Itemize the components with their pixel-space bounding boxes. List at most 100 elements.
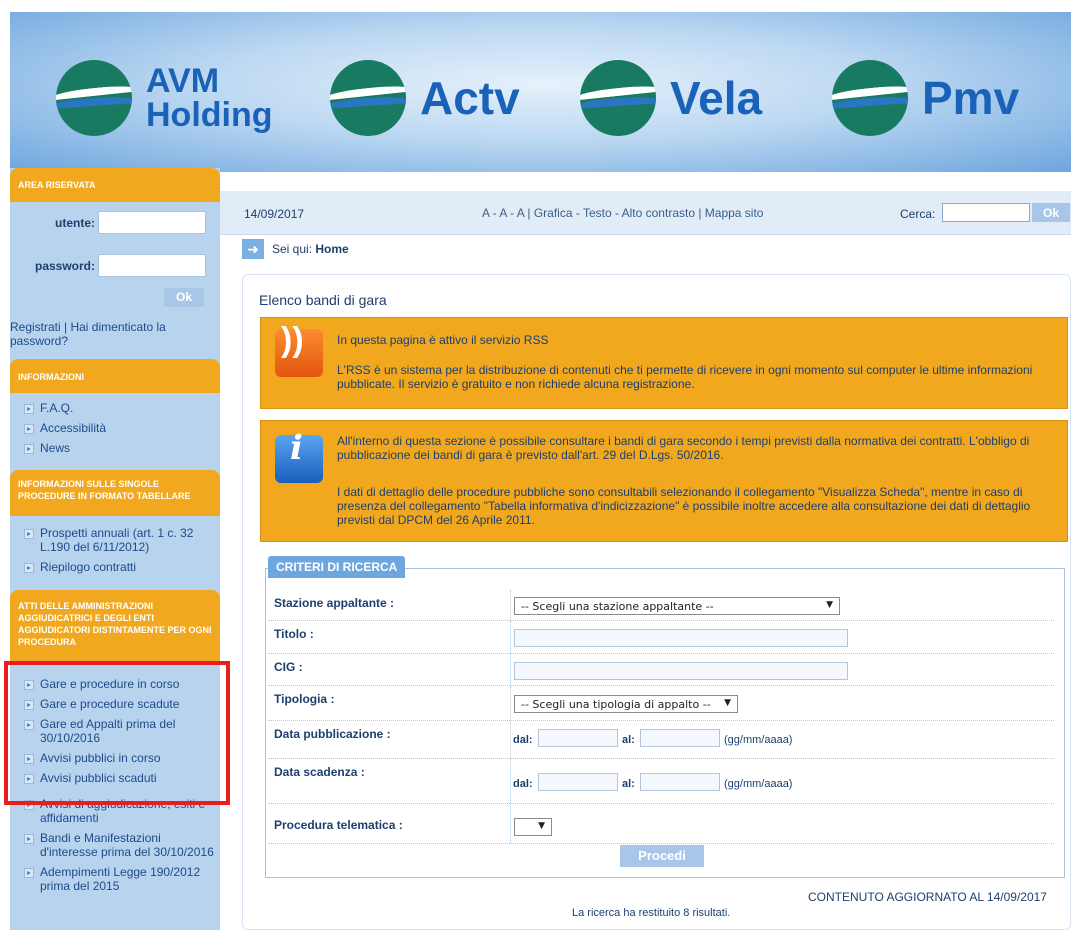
brand-name: Actv [420, 72, 520, 124]
station-select[interactable]: -- Scegli una stazione appaltante -- ▼ [514, 597, 840, 615]
sidebar-item-contracts-summary[interactable]: Riepilogo contratti [10, 558, 220, 578]
user-input[interactable] [98, 211, 206, 234]
sidebar-section-reserved-title: AREA RISERVATA [10, 168, 220, 202]
sidebar-item-label: News [40, 441, 71, 455]
row-publication-date: Data pubblicazione : dal: al: (gg/mm/aaa… [268, 721, 1054, 759]
sidebar-item-news[interactable]: News [10, 439, 220, 459]
station-label: Stazione appaltante : [274, 596, 395, 610]
title-label: Titolo : [274, 627, 314, 641]
pmv-logo-icon [832, 60, 908, 136]
arrow-right-icon: ➜ [242, 239, 264, 259]
type-label: Tipologia : [274, 692, 335, 706]
brand-actv[interactable]: Actv [330, 60, 520, 136]
cig-input[interactable] [514, 662, 848, 680]
login-password-row: password: [10, 245, 220, 278]
user-label: utente: [55, 215, 95, 230]
content-updated-text: CONTENUTO AGGIORNATO AL 14/09/2017 [808, 890, 1047, 904]
sidebar-item-faq[interactable]: F.A.Q. [10, 399, 220, 419]
page-title: Elenco bandi di gara [259, 292, 387, 308]
sidebar-section-procedures-title: INFORMAZIONI SULLE SINGOLE PROCEDURE IN … [10, 470, 220, 516]
exp-to-label: al: [622, 778, 635, 790]
search-criteria-title: CRITERI DI RICERCA [268, 556, 406, 578]
chevron-down-icon: ▼ [724, 698, 731, 708]
cig-label: CIG : [274, 660, 303, 674]
type-select-value: -- Scegli una tipologia di appalto -- [521, 698, 711, 711]
info-icon: i [275, 431, 323, 483]
publication-date-label: Data pubblicazione : [274, 727, 391, 741]
pub-to-input[interactable] [640, 729, 720, 747]
brand-vela[interactable]: Vela [580, 60, 762, 136]
sidebar-item-label: Prospetti annuali (art. 1 c. 32 L.190 de… [40, 526, 194, 554]
exp-from-label: dal: [513, 778, 533, 790]
brand-name: Vela [670, 72, 763, 124]
accessibility-links[interactable]: A - A - A | Grafica - Testo - Alto contr… [482, 206, 763, 220]
sidebar-item-label: Adempimenti Legge 190/2012 prima del 201… [40, 865, 201, 893]
brand-name: AVM Holding [146, 62, 273, 134]
password-input[interactable] [98, 254, 206, 277]
type-select[interactable]: -- Scegli una tipologia di appalto -- ▼ [514, 695, 738, 713]
brand-avm-holding[interactable]: AVM Holding [56, 60, 286, 136]
brand-pmv[interactable]: Pmv [832, 60, 1019, 136]
sidebar-section-info-title: INFORMAZIONI [10, 359, 220, 393]
vela-logo-icon [580, 60, 656, 136]
actv-logo-icon [330, 60, 406, 136]
password-label: password: [34, 258, 95, 273]
sidebar-section-acts-title: ATTI DELLE AMMINISTRAZIONI AGGIUDICATRIC… [10, 590, 220, 662]
chevron-down-icon: ▼ [538, 821, 545, 831]
sidebar-item-annual-reports[interactable]: Prospetti annuali (art. 1 c. 32 L.190 de… [10, 524, 220, 558]
highlight-box [4, 661, 230, 805]
telematic-select[interactable]: ▼ [514, 818, 552, 836]
pub-date-hint: (gg/mm/aaaa) [724, 734, 793, 746]
row-station: Stazione appaltante : -- Scegli una staz… [268, 590, 1054, 621]
sidebar-section-info: INFORMAZIONI F.A.Q. Accessibilità News [10, 359, 220, 459]
arrow-right-icon [24, 868, 34, 878]
login-user-row: utente: [10, 202, 220, 235]
rss-notice-title: In questa pagina è attivo il servizio RS… [337, 333, 549, 347]
rss-icon[interactable]: )) [275, 323, 323, 377]
info-notice: i All'interno di questa sezione è possib… [260, 420, 1068, 542]
arrow-right-icon [24, 424, 34, 434]
sidebar: AREA RISERVATA utente: password: Ok Regi… [10, 168, 220, 930]
search-input[interactable] [942, 203, 1030, 222]
sidebar-item-accessibility[interactable]: Accessibilità [10, 419, 220, 439]
row-title: Titolo : [268, 621, 1054, 654]
breadcrumb-current[interactable]: Home [315, 242, 348, 256]
register-forgot-link[interactable]: Registrati | Hai dimenticato la password… [10, 320, 210, 348]
submit-button[interactable]: Procedi [620, 845, 704, 867]
sidebar-item-calls-before-2016[interactable]: Bandi e Manifestazioni d'interesse prima… [10, 829, 220, 863]
login-ok-button[interactable]: Ok [164, 288, 204, 307]
arrow-right-icon [24, 529, 34, 539]
exp-to-input[interactable] [640, 773, 720, 791]
expiry-date-label: Data scadenza : [274, 765, 365, 779]
title-input[interactable] [514, 629, 848, 647]
pub-from-input[interactable] [538, 729, 618, 747]
sidebar-item-label: Riepilogo contratti [40, 560, 137, 574]
rss-notice-text: L'RSS è un sistema per la distribuzione … [337, 363, 1033, 391]
exp-date-hint: (gg/mm/aaaa) [724, 778, 793, 790]
site-header-banner: AVM Holding Actv Vela Pmv [10, 12, 1071, 172]
exp-from-input[interactable] [538, 773, 618, 791]
current-date: 14/09/2017 [244, 207, 305, 221]
results-count: La ricerca ha restituito 8 risultati. [572, 907, 731, 919]
search-label: Cerca: [900, 207, 936, 221]
arrow-right-icon [24, 834, 34, 844]
sidebar-item-law-190[interactable]: Adempimenti Legge 190/2012 prima del 201… [10, 863, 220, 897]
rss-notice: )) In questa pagina è attivo il servizio… [260, 317, 1068, 409]
arrow-right-icon [24, 444, 34, 454]
info-notice-text-1: All'interno di questa sezione è possibil… [337, 434, 1030, 462]
chevron-down-icon: ▼ [826, 600, 833, 610]
top-toolbar: 14/09/2017 A - A - A | Grafica - Testo -… [220, 191, 1071, 235]
sidebar-item-label: F.A.Q. [40, 401, 74, 415]
arrow-right-icon [24, 404, 34, 414]
pub-to-label: al: [622, 734, 635, 746]
search-ok-button[interactable]: Ok [1032, 203, 1070, 222]
breadcrumb: ➜ Sei qui: Home [242, 239, 349, 259]
arrow-right-icon [24, 563, 34, 573]
sidebar-item-label: Accessibilità [40, 421, 107, 435]
sidebar-item-label: Bandi e Manifestazioni d'interesse prima… [40, 831, 214, 859]
sidebar-section-procedures: INFORMAZIONI SULLE SINGOLE PROCEDURE IN … [10, 470, 220, 578]
station-select-value: -- Scegli una stazione appaltante -- [521, 600, 714, 613]
info-notice-text-2: I dati di dettaglio delle procedure pubb… [337, 485, 1031, 527]
brand-name: Pmv [922, 72, 1020, 124]
row-cig: CIG : [268, 654, 1054, 686]
